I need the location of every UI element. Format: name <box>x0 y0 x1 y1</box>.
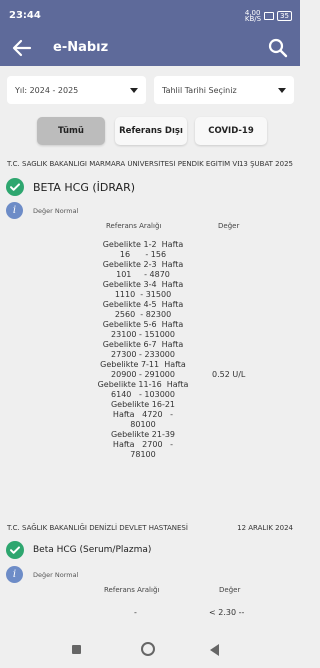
caret-down-icon <box>130 87 138 93</box>
year-select-label: Yıl: 2024 - 2025 <box>15 85 79 95</box>
status-icons: 4,00 KB/S 35 <box>244 9 292 23</box>
network-speed: 4,00 KB/S <box>244 9 262 23</box>
result-date: 13 ŞUBAT 2025 <box>238 160 293 168</box>
battery-icon: 35 <box>277 11 292 21</box>
test-title-row[interactable]: Beta HCG (Serum/Plazma) <box>6 541 151 559</box>
value-header: Değer <box>219 586 241 594</box>
test-name: Beta HCG (Serum/Plazma) <box>33 545 152 555</box>
status-label: Değer Normal <box>33 206 79 215</box>
value-header: Değer <box>218 222 240 230</box>
test-date-select[interactable]: Tahlil Tarihi Seçiniz <box>154 76 294 104</box>
test-title-row[interactable]: BETA HCG (İDRAR) <box>6 178 135 196</box>
result-date: 12 ARALIK 2024 <box>237 524 293 532</box>
result-value: < 2.30 -- <box>209 608 245 617</box>
tab-out-of-range[interactable]: Referans Dışı <box>115 117 187 145</box>
result-value: 0.52 U/L <box>212 370 246 379</box>
check-icon <box>6 178 24 196</box>
tab-covid19[interactable]: COVID-19 <box>195 117 267 145</box>
wifi-icon <box>264 12 275 20</box>
result-header: T.C. SAĞLIK BAKANLIĞI DENİZLİ DEVLET HAS… <box>7 524 293 532</box>
home-icon[interactable] <box>141 642 155 656</box>
tab-covid19-label: COVID-19 <box>208 126 254 136</box>
info-icon: i <box>6 566 23 583</box>
check-icon <box>6 541 24 559</box>
status-row: i Değer Normal <box>6 202 78 219</box>
back-arrow-icon[interactable] <box>10 36 34 60</box>
tab-all[interactable]: Tümü <box>37 117 105 145</box>
result-header: T.C. SAĞLIK BAKANLIĞI MARMARA ÜNİVERSİTE… <box>7 160 293 168</box>
caret-down-icon <box>278 87 286 93</box>
hospital-name: T.C. SAĞLIK BAKANLIĞI MARMARA ÜNİVERSİTE… <box>7 160 239 168</box>
status-bar: 23:44 4,00 KB/S 35 <box>0 0 300 30</box>
app-bar: e-Nabız <box>0 30 300 66</box>
recent-apps-icon[interactable] <box>72 645 81 654</box>
app-title: e-Nabız <box>53 40 109 55</box>
status-time: 23:44 <box>9 10 41 21</box>
reference-range-header: Referans Aralığı <box>104 586 160 594</box>
status-row: i Değer Normal <box>6 566 78 583</box>
reference-range-header: Referans Aralığı <box>106 222 162 230</box>
tab-all-label: Tümü <box>58 126 84 136</box>
reference-range: Gebelikte 1-2 Hafta 16 - 156 Gebelikte 2… <box>97 240 189 459</box>
tab-out-of-range-label: Referans Dışı <box>119 126 183 136</box>
reference-range: - <box>134 608 137 617</box>
status-label: Değer Normal <box>33 570 79 579</box>
test-date-select-label: Tahlil Tarihi Seçiniz <box>162 85 237 95</box>
nav-back-icon[interactable] <box>210 644 219 656</box>
test-name: BETA HCG (İDRAR) <box>33 180 136 194</box>
search-icon[interactable] <box>266 36 290 60</box>
info-icon: i <box>6 202 23 219</box>
system-nav-bar <box>0 632 300 668</box>
year-select[interactable]: Yıl: 2024 - 2025 <box>7 76 146 104</box>
hospital-name: T.C. SAĞLIK BAKANLIĞI DENİZLİ DEVLET HAS… <box>7 524 188 532</box>
